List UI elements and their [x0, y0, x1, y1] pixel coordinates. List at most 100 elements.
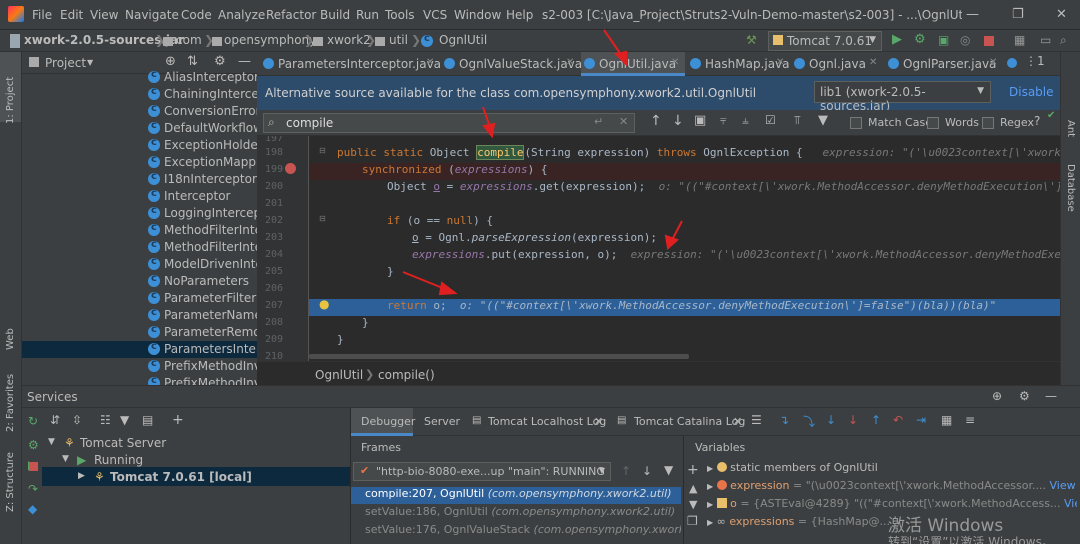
- stop-icon[interactable]: [984, 36, 994, 46]
- frame-row[interactable]: compile:207, OgnlUtil (com.opensymphony.…: [351, 487, 681, 504]
- show-execution-point-icon[interactable]: ↴: [779, 413, 789, 427]
- collapse-icon[interactable]: ⇅: [187, 54, 198, 69]
- deploy-icon[interactable]: ↷: [28, 482, 38, 496]
- project-class-item[interactable]: Interceptor: [148, 189, 257, 206]
- project-class-item[interactable]: PrefixMethodInvocationUtil: [148, 376, 257, 385]
- evaluate-icon[interactable]: ▦: [941, 413, 952, 427]
- expand-arrow-icon[interactable]: ▼: [62, 454, 69, 464]
- project-class-item[interactable]: LoggingInterceptor: [148, 206, 257, 223]
- close-tab-icon[interactable]: ✕: [776, 57, 784, 68]
- menu-tools[interactable]: Tools: [385, 8, 415, 22]
- menu-view[interactable]: View: [90, 8, 118, 22]
- close-icon[interactable]: ✕: [1056, 7, 1067, 22]
- close-tab-icon[interactable]: ✕: [989, 57, 997, 68]
- breadcrumb-method[interactable]: compile(): [378, 368, 435, 382]
- favorites-tool-tab[interactable]: 2: Favorites: [5, 374, 16, 432]
- web-tool-tab[interactable]: Web: [5, 328, 16, 350]
- project-class-item[interactable]: MethodFilterInterceptorUtil: [148, 240, 257, 257]
- thread-select[interactable]: ✔ "http-bio-8080-exe...up "main": RUNNIN…: [353, 462, 611, 481]
- menu-analyze[interactable]: Analyze: [218, 8, 265, 22]
- words-checkbox[interactable]: [927, 117, 939, 129]
- menu-help[interactable]: Help: [506, 8, 533, 22]
- menu-file[interactable]: File: [32, 8, 52, 22]
- add-watch-icon[interactable]: +: [687, 462, 699, 478]
- gear-icon[interactable]: ⚙: [214, 54, 226, 69]
- run-config-select[interactable]: Tomcat 7.0.61 ▼: [768, 31, 882, 51]
- filter-icon[interactable]: ▼: [120, 413, 129, 427]
- step-into-icon[interactable]: ↓: [826, 413, 836, 427]
- fold-icon[interactable]: ⊟: [319, 146, 326, 155]
- view-link[interactable]: View: [1064, 497, 1077, 510]
- expand-all-icon[interactable]: ⇵: [50, 413, 60, 427]
- tree-running[interactable]: Running: [94, 453, 143, 467]
- variable-row[interactable]: ▶ expression = "(\u0023context[\'xwork.M…: [707, 479, 1077, 492]
- layout-icon[interactable]: ▭: [1040, 33, 1051, 47]
- tab-localhost-log[interactable]: Tomcat Localhost Log: [488, 415, 606, 428]
- project-class-item[interactable]: ConversionErrorInterceptor: [148, 104, 257, 121]
- tree-tomcat-server[interactable]: Tomcat Server: [80, 436, 166, 450]
- menu-vcs[interactable]: VCS: [423, 8, 447, 22]
- project-class-item[interactable]: ExceptionMappingInterceptor: [148, 155, 257, 172]
- help-icon[interactable]: ?: [1034, 114, 1040, 128]
- crumb-util[interactable]: util: [389, 33, 408, 47]
- breakpoint-icon[interactable]: [285, 163, 296, 174]
- tab-parametersinterceptor[interactable]: ParametersInterceptor.java ✕: [260, 52, 441, 76]
- previous-occurrence-icon[interactable]: ↑: [650, 113, 662, 129]
- collapse-all-icon[interactable]: ⇳: [72, 413, 82, 427]
- menu-navigate[interactable]: Navigate: [125, 8, 179, 22]
- menu-icon[interactable]: ☰: [751, 413, 762, 427]
- remove-occurrence-icon[interactable]: ⫨: [742, 113, 749, 128]
- frame-row[interactable]: setValue:186, OgnlUtil (com.opensymphony…: [351, 505, 681, 522]
- project-class-item[interactable]: NoParameters: [148, 274, 257, 291]
- up-arrow-icon[interactable]: ▲: [689, 482, 697, 495]
- crumb-com[interactable]: com: [176, 33, 202, 47]
- select-all-icon[interactable]: ▣: [694, 113, 706, 128]
- add-occurrence-icon[interactable]: ⫧: [720, 113, 727, 128]
- layout-menu-icon[interactable]: ≡: [965, 413, 975, 427]
- refresh-icon[interactable]: ↻: [28, 414, 38, 428]
- crumb-opensymphony[interactable]: opensymphony: [224, 33, 316, 47]
- close-tab-icon[interactable]: ✕: [566, 57, 574, 68]
- globe-icon[interactable]: ⊕: [992, 389, 1002, 403]
- project-class-item[interactable]: ParameterFilterInterceptor: [148, 291, 257, 308]
- hide-icon[interactable]: —: [238, 54, 251, 69]
- tab-hashmap[interactable]: HashMap.java ✕: [687, 52, 790, 76]
- minimize-icon[interactable]: —: [966, 7, 979, 22]
- menu-build[interactable]: Build: [320, 8, 350, 22]
- clear-icon[interactable]: ✕: [619, 115, 628, 128]
- filter-icon[interactable]: ▼: [818, 113, 828, 128]
- build-hammer-icon[interactable]: ⚒: [746, 33, 757, 47]
- structure-tool-tab[interactable]: Z: Structure: [5, 452, 16, 512]
- project-class-item[interactable]: ExceptionHolder: [148, 138, 257, 155]
- search-everywhere-icon[interactable]: ⌕: [1060, 33, 1067, 48]
- fold-icon[interactable]: ⊟: [319, 214, 326, 223]
- stop-service-icon[interactable]: [29, 462, 38, 471]
- step-over-icon[interactable]: ⤵: [803, 413, 815, 430]
- database-tool-tab[interactable]: Database: [1065, 164, 1076, 212]
- force-step-into-icon[interactable]: ↓: [848, 413, 858, 427]
- tab-server[interactable]: Server: [424, 415, 460, 428]
- close-tab-icon[interactable]: ✕: [594, 415, 603, 428]
- menu-edit[interactable]: Edit: [60, 8, 83, 22]
- chevron-down-icon[interactable]: ▼: [87, 58, 93, 67]
- close-tab-icon[interactable]: ✕: [671, 57, 679, 68]
- down-arrow-icon[interactable]: ↓: [642, 464, 652, 478]
- tabs-overflow[interactable]: ⋮1: [1025, 54, 1045, 68]
- project-class-item[interactable]: ChainingInterceptor: [148, 87, 257, 104]
- up-arrow-icon[interactable]: ↑: [621, 464, 631, 478]
- project-class-item[interactable]: I18nInterceptor: [148, 172, 257, 189]
- tab-ognlparser[interactable]: OgnlParser.java ✕: [885, 52, 1003, 76]
- variable-row[interactable]: ▶ static members of OgnlUtil: [707, 461, 1077, 474]
- select-all-occurrences-icon[interactable]: ☑: [765, 113, 776, 127]
- group-icon[interactable]: ☷: [100, 413, 111, 427]
- breadcrumb-class[interactable]: OgnlUtil: [315, 368, 363, 382]
- project-class-item[interactable]: MethodFilterInterceptor: [148, 223, 257, 240]
- close-tab-icon[interactable]: ✕: [869, 57, 877, 68]
- tab-ognlutil[interactable]: OgnlUtil.java ✕: [581, 52, 685, 76]
- intention-bulb-icon[interactable]: ●: [319, 297, 329, 311]
- menu-code[interactable]: Code: [181, 8, 212, 22]
- horizontal-scrollbar[interactable]: [309, 354, 689, 359]
- in-selection-icon[interactable]: ⫪: [794, 113, 801, 128]
- view-link[interactable]: View: [1049, 479, 1075, 492]
- project-class-item[interactable]: ModelDrivenInterceptor: [148, 257, 257, 274]
